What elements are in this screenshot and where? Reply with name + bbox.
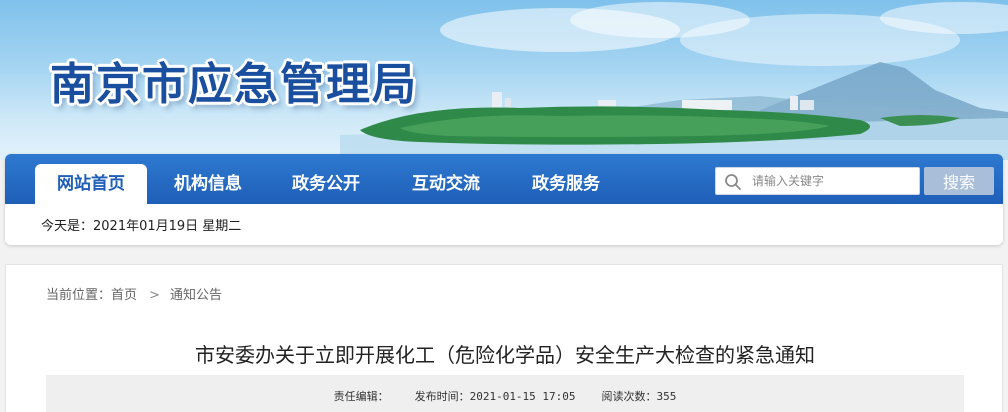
breadcrumb-separator-icon: >	[149, 288, 160, 303]
publish-time-label: 发布时间：	[414, 390, 470, 403]
breadcrumb-current-link[interactable]: 通知公告	[170, 288, 222, 303]
views-label: 阅读次数：	[601, 390, 657, 403]
breadcrumb: 当前位置：首页 > 通知公告	[46, 284, 222, 303]
nav-item-gov-affairs[interactable]: 政务公开	[270, 164, 382, 204]
site-banner: 南京市应急管理局	[0, 0, 1008, 160]
search-input[interactable]	[752, 168, 917, 194]
search-button[interactable]: 搜索	[924, 167, 994, 195]
nav-item-organization[interactable]: 机构信息	[152, 164, 264, 204]
main-nav-container: 网站首页 机构信息 政务公开 互动交流 政务服务 搜索 今天是：2021年01月…	[5, 154, 1003, 245]
editor-label: 责任编辑：	[333, 390, 389, 403]
nav-item-services[interactable]: 政务服务	[510, 164, 622, 204]
nav-item-interaction[interactable]: 互动交流	[390, 164, 502, 204]
site-title: 南京市应急管理局	[50, 59, 418, 110]
views-count: 355	[656, 390, 677, 403]
article-panel: 当前位置：首页 > 通知公告 市安委办关于立即开展化工（危险化学品）安全生产大检查的…	[5, 264, 1003, 412]
search-icon	[724, 173, 742, 191]
nav-item-home[interactable]: 网站首页	[35, 164, 147, 204]
article-meta: 责任编辑： 发布时间：2021-01-15 17:05 阅读次数：355	[46, 388, 964, 404]
article-meta-bar: 责任编辑： 发布时间：2021-01-15 17:05 阅读次数：355	[46, 375, 964, 412]
breadcrumb-prefix: 当前位置：	[46, 288, 112, 303]
main-nav: 网站首页 机构信息 政务公开 互动交流 政务服务 搜索	[5, 154, 1003, 204]
date-display: 今天是：2021年01月19日 星期二	[41, 219, 242, 234]
article-title: 市安委办关于立即开展化工（危险化学品）安全生产大检查的紧急通知	[195, 343, 815, 367]
breadcrumb-home-link[interactable]: 首页	[111, 288, 137, 303]
publish-time-value: 2021-01-15 17:05	[469, 390, 576, 403]
search-box	[715, 167, 920, 195]
